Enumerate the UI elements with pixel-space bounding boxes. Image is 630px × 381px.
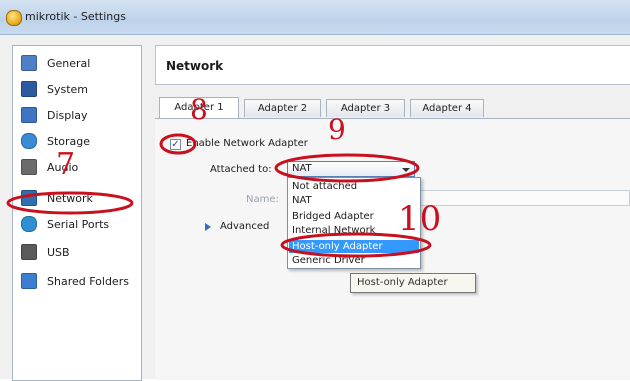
step-number-10: 10 bbox=[398, 199, 442, 239]
sidebar-item-label: Display bbox=[47, 108, 88, 122]
enable-adapter-checkbox[interactable]: ✓ bbox=[170, 139, 181, 150]
step-number-8: 8 bbox=[190, 93, 208, 126]
sidebar-item-shared-folders[interactable]: Shared Folders bbox=[13, 270, 141, 292]
usb-icon bbox=[21, 244, 37, 260]
sidebar-item-network[interactable]: Network bbox=[13, 187, 141, 209]
sidebar-item-storage[interactable]: Storage bbox=[13, 130, 141, 152]
expand-arrow-icon[interactable] bbox=[205, 223, 211, 231]
sidebar-item-label: USB bbox=[47, 245, 70, 259]
dropdown-option-not-attached[interactable]: Not attached bbox=[289, 180, 419, 193]
sidebar-item-label: Network bbox=[47, 191, 93, 205]
display-icon bbox=[21, 107, 37, 123]
attached-to-label: Attached to: bbox=[210, 164, 272, 175]
tab-adapter-4[interactable]: Adapter 4 bbox=[410, 99, 484, 117]
name-label: Name: bbox=[246, 194, 279, 205]
sidebar-item-label: Serial Ports bbox=[47, 217, 110, 231]
sidebar-item-serial-ports[interactable]: Serial Ports bbox=[13, 213, 141, 235]
sidebar-item-display[interactable]: Display bbox=[13, 104, 141, 126]
enable-adapter-label: Enable Network Adapter bbox=[186, 138, 308, 149]
chevron-down-icon bbox=[402, 168, 410, 172]
settings-sidebar: General System Display Storage Audio Net… bbox=[12, 45, 142, 381]
window-title: mikrotik - Settings bbox=[25, 10, 126, 23]
tab-adapter-2[interactable]: Adapter 2 bbox=[244, 99, 321, 117]
general-icon bbox=[21, 55, 37, 71]
shared-folders-icon bbox=[21, 273, 37, 289]
network-icon bbox=[21, 190, 37, 206]
page-title: Network bbox=[166, 59, 224, 73]
sidebar-item-label: System bbox=[47, 82, 89, 96]
sidebar-item-label: General bbox=[47, 56, 91, 70]
audio-icon bbox=[21, 159, 37, 175]
step-number-9: 9 bbox=[328, 113, 346, 146]
section-header: Network bbox=[155, 45, 630, 85]
serial-ports-icon bbox=[21, 216, 37, 232]
dropdown-option-generic-driver[interactable]: Generic Driver bbox=[289, 254, 419, 267]
step-number-7: 7 bbox=[56, 147, 76, 182]
sidebar-item-system[interactable]: System bbox=[13, 78, 141, 100]
storage-icon bbox=[21, 133, 37, 149]
sidebar-item-audio[interactable]: Audio bbox=[13, 156, 141, 178]
sidebar-item-usb[interactable]: USB bbox=[13, 241, 141, 263]
name-select[interactable] bbox=[420, 190, 630, 206]
window-titlebar: mikrotik - Settings bbox=[0, 0, 630, 35]
attached-to-select[interactable]: NAT bbox=[287, 161, 415, 177]
sidebar-item-label: Shared Folders bbox=[47, 274, 129, 288]
system-icon bbox=[21, 81, 37, 97]
sidebar-item-general[interactable]: General bbox=[13, 52, 141, 74]
tooltip: Host-only Adapter bbox=[350, 273, 476, 293]
dropdown-option-host-only-adapter[interactable]: Host-only Adapter bbox=[289, 240, 419, 253]
virtualbox-app-icon bbox=[6, 10, 22, 26]
attached-to-value: NAT bbox=[292, 163, 312, 174]
sidebar-item-label: Storage bbox=[47, 134, 91, 148]
advanced-toggle[interactable]: Advanced bbox=[220, 221, 269, 232]
